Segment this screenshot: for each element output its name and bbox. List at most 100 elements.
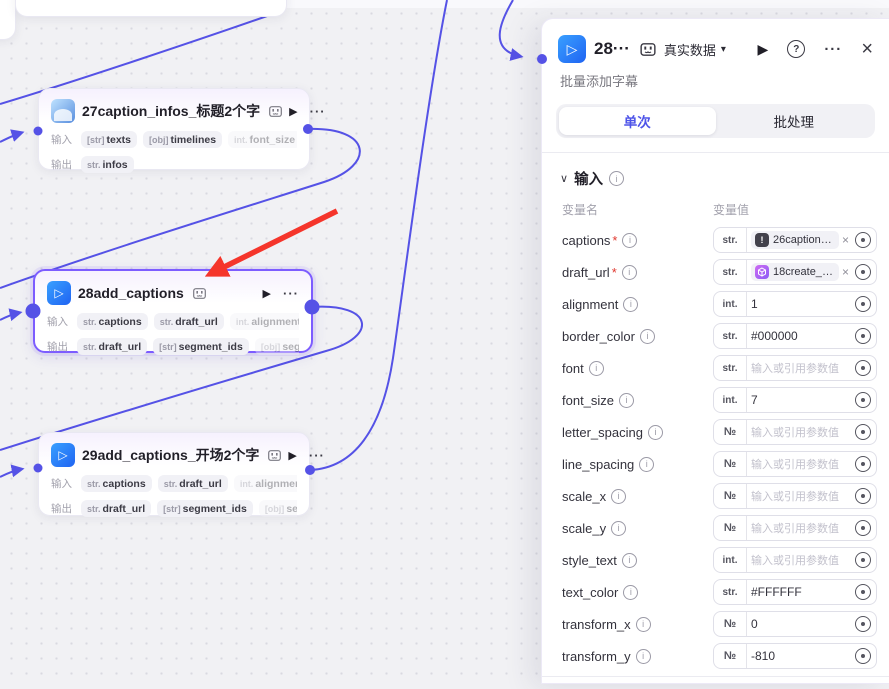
type-tag: str. (714, 260, 747, 284)
reference-label: 18create_d··· (773, 266, 835, 278)
reference-target-icon[interactable] (855, 424, 871, 440)
info-icon[interactable]: i (636, 617, 651, 632)
value-area[interactable]: 输入或引用参数值 (747, 424, 853, 440)
reference-target-icon[interactable] (855, 552, 871, 568)
param-name: style_texti (562, 553, 713, 568)
info-icon[interactable]: i (611, 521, 626, 536)
reference-target-icon[interactable] (855, 264, 871, 280)
value-area[interactable]: -810 (747, 649, 853, 663)
reference-target-icon[interactable] (855, 616, 871, 632)
value-area[interactable]: 1 (747, 297, 853, 311)
param-chip-captions: str.captions (81, 475, 152, 492)
reference-target-icon[interactable] (855, 296, 871, 312)
value-area[interactable]: #000000 (747, 329, 853, 343)
reference-target-icon[interactable] (855, 392, 871, 408)
value-area[interactable]: 输入或引用参数值 (747, 552, 853, 568)
param-row-text_color: text_coloristr.#FFFFFF (562, 576, 877, 608)
param-name: captions*i (562, 233, 713, 248)
info-icon[interactable]: i (622, 233, 637, 248)
value-area[interactable]: 18create_d··· × (747, 263, 853, 281)
reference-chip[interactable]: 18create_d··· (751, 263, 839, 281)
run-node-icon[interactable]: ▶ (288, 449, 296, 462)
info-icon[interactable]: i (622, 553, 637, 568)
param-value-input[interactable]: int.1 (713, 291, 877, 317)
value-area[interactable]: 输入或引用参数值 (747, 360, 853, 376)
tab-batch[interactable]: 批处理 (716, 107, 873, 135)
reference-target-icon[interactable] (855, 488, 871, 504)
param-chip-segment: [obj]segment (259, 500, 297, 517)
value-area[interactable]: !26caption_···× (747, 231, 853, 249)
partial-node-corner[interactable] (0, 0, 16, 40)
param-value-input[interactable]: №输入或引用参数值 (713, 451, 877, 477)
info-icon[interactable]: i (611, 489, 626, 504)
param-value-text: #FFFFFF (751, 585, 802, 599)
info-icon[interactable]: i (636, 649, 651, 664)
collapse-chevron-icon[interactable]: ∨ (560, 172, 568, 185)
node-more-icon[interactable]: ··· (310, 104, 326, 119)
param-value-input[interactable]: str. 18create_d··· × (713, 259, 877, 285)
param-name: letter_spacingi (562, 425, 713, 440)
reference-target-icon[interactable] (855, 584, 871, 600)
value-area[interactable]: 输入或引用参数值 (747, 456, 853, 472)
remove-reference-icon[interactable]: × (842, 265, 849, 279)
param-value-input[interactable]: №0 (713, 611, 877, 637)
value-area[interactable]: 输入或引用参数值 (747, 488, 853, 504)
reference-chip[interactable]: !26caption_··· (751, 231, 839, 249)
info-icon[interactable]: i (639, 457, 654, 472)
reference-target-icon[interactable] (855, 520, 871, 536)
node-more-icon[interactable]: ··· (309, 448, 325, 463)
value-area[interactable]: 7 (747, 393, 853, 407)
node-29add_captions[interactable]: ▷ 29add_captions_开场2个字 ▶ ··· 输入str.capti… (38, 432, 310, 516)
param-name: fonti (562, 361, 713, 376)
param-value-input[interactable]: №-810 (713, 643, 877, 669)
node-27caption_infos[interactable]: 27caption_infos_标题2个字 ▶ ··· 输入[str]texts… (38, 88, 310, 170)
param-row-letter_spacing: letter_spacingi№输入或引用参数值 (562, 416, 877, 448)
reference-target-icon[interactable] (855, 648, 871, 664)
param-row-transform_x: transform_xi№0 (562, 608, 877, 640)
data-mode-dropdown[interactable]: 真实数据 ▾ (664, 40, 726, 59)
info-icon[interactable]: i (648, 425, 663, 440)
reference-target-icon[interactable] (855, 456, 871, 472)
param-value-input[interactable]: int.输入或引用参数值 (713, 547, 877, 573)
annotation-icon[interactable] (640, 43, 656, 56)
run-button[interactable]: ▶ (758, 41, 769, 58)
value-area[interactable]: #FFFFFF (747, 585, 853, 599)
info-icon[interactable]: i (609, 171, 624, 186)
param-value-input[interactable]: №输入或引用参数值 (713, 515, 877, 541)
edge-into-node29 (0, 469, 22, 477)
param-value-input[interactable]: str.!26caption_···× (713, 227, 877, 253)
remove-reference-icon[interactable]: × (842, 233, 849, 247)
info-icon[interactable]: i (623, 297, 638, 312)
value-area[interactable]: 0 (747, 617, 853, 631)
run-node-icon[interactable]: ▶ (289, 105, 297, 118)
reference-target-icon[interactable] (855, 232, 871, 248)
param-value-input[interactable]: №输入或引用参数值 (713, 419, 877, 445)
value-area[interactable]: 输入或引用参数值 (747, 520, 853, 536)
help-icon[interactable]: ? (787, 40, 805, 58)
outputs-label: 输出 (51, 501, 75, 516)
reference-target-icon[interactable] (855, 360, 871, 376)
info-icon[interactable]: i (623, 585, 638, 600)
node-28add_captions[interactable]: ▷ 28add_captions ▶ ··· 输入str.captionsstr… (33, 269, 313, 353)
info-icon[interactable]: i (619, 393, 634, 408)
type-tag: int. (714, 388, 747, 412)
info-icon[interactable]: i (640, 329, 655, 344)
panel-bottom-divider (542, 676, 889, 689)
type-tag: № (714, 644, 747, 668)
param-value-input[interactable]: str.#FFFFFF (713, 579, 877, 605)
param-value-input[interactable]: int.7 (713, 387, 877, 413)
panel-more-icon[interactable]: ··· (824, 41, 842, 58)
tab-single[interactable]: 单次 (559, 107, 716, 135)
param-value-input[interactable]: str.#000000 (713, 323, 877, 349)
node-28-icon: ▷ (47, 281, 71, 305)
param-chip-infos: str.infos (81, 156, 134, 173)
info-icon[interactable]: i (622, 265, 637, 280)
node-more-icon[interactable]: ··· (283, 286, 299, 301)
param-value-input[interactable]: str.输入或引用参数值 (713, 355, 877, 381)
info-icon[interactable]: i (589, 361, 604, 376)
close-icon[interactable]: × (861, 39, 873, 59)
param-value-input[interactable]: №输入或引用参数值 (713, 483, 877, 509)
run-node-icon[interactable]: ▶ (263, 287, 271, 300)
reference-target-icon[interactable] (855, 328, 871, 344)
partial-node-top[interactable] (15, 0, 287, 17)
